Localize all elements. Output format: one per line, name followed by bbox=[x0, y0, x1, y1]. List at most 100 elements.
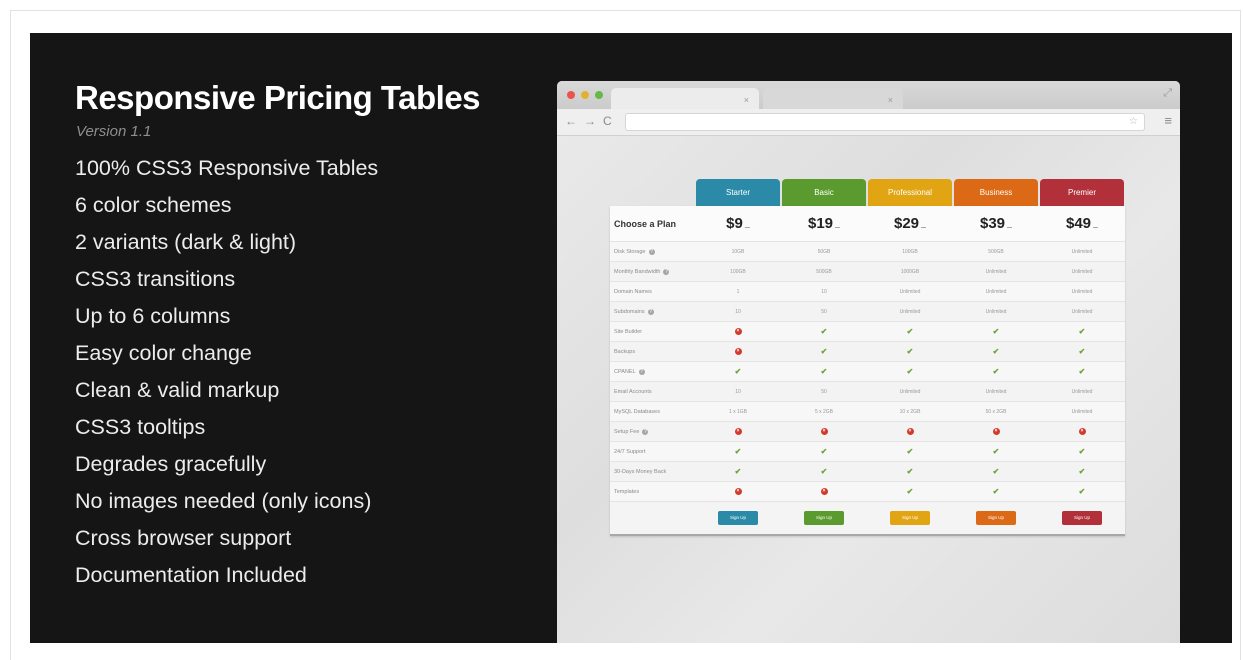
feature-label: Domain Names bbox=[614, 282, 652, 301]
cross-icon: × bbox=[696, 342, 780, 361]
signup-button[interactable]: Sign Up bbox=[1062, 511, 1102, 525]
price-value: $9 bbox=[726, 215, 743, 232]
table-row: MySQL Databases 1 x 1GB 5 x 2GB 10 x 2GB 50 … bbox=[610, 402, 1125, 422]
feature-value: 5 x 2GB bbox=[814, 408, 834, 415]
table-row: CPANEL? ✔ ✔ ✔ ✔ ✔ bbox=[610, 362, 1125, 382]
check-icon: ✔ bbox=[734, 447, 742, 456]
feature-value: 100GB bbox=[902, 248, 918, 255]
price-value: $29 bbox=[893, 215, 920, 232]
maximize-window-icon[interactable] bbox=[595, 91, 603, 99]
cross-icon: × bbox=[820, 488, 828, 495]
feature-label-text: 30-Days Money Back bbox=[614, 468, 667, 475]
minimize-window-icon[interactable] bbox=[581, 91, 589, 99]
cross-icon: × bbox=[696, 322, 780, 341]
check-icon: ✔ bbox=[992, 447, 1000, 456]
cross-icon: × bbox=[734, 428, 742, 435]
feature-item: 2 variants (dark & light) bbox=[75, 230, 297, 254]
signup-cell: Sign Up bbox=[782, 502, 866, 534]
signup-row: Sign Up Sign Up Sign Up Sign Up Sign Up bbox=[610, 502, 1125, 534]
signup-button[interactable]: Sign Up bbox=[890, 511, 930, 525]
table-row: 30-Days Money Back ✔ ✔ ✔ ✔ ✔ bbox=[610, 462, 1125, 482]
info-tooltip-icon[interactable]: ? bbox=[648, 248, 655, 255]
feature-label-text: MySQL Databases bbox=[614, 408, 660, 415]
plan-price: $49— bbox=[1040, 206, 1124, 241]
signup-button[interactable]: Sign Up bbox=[976, 511, 1016, 525]
bookmark-star-icon[interactable]: ☆ bbox=[1129, 116, 1138, 127]
check-icon: ✔ bbox=[954, 342, 1038, 361]
signup-cell: Sign Up bbox=[954, 502, 1038, 534]
feature-value: Unlimited bbox=[1071, 388, 1093, 395]
feature-item: Easy color change bbox=[75, 341, 252, 365]
cross-icon: × bbox=[734, 348, 742, 355]
cross-icon: × bbox=[954, 422, 1038, 441]
check-icon: ✔ bbox=[868, 322, 952, 341]
browser-window: × × ⤢ ← → C ☆ ≡ Starter Basic Professional… bbox=[557, 81, 1180, 643]
feature-list: 100% CSS3 Responsive Tables 6 color schem… bbox=[75, 153, 378, 597]
check-icon: ✔ bbox=[906, 347, 914, 356]
feature-label: Disk Storage? bbox=[614, 242, 655, 261]
feature-label: CPANEL? bbox=[614, 362, 645, 381]
info-tooltip-icon[interactable]: ? bbox=[647, 308, 654, 315]
check-icon: ✔ bbox=[868, 482, 952, 501]
feature-label-text: Email Accounts bbox=[614, 388, 652, 395]
check-icon: ✔ bbox=[782, 342, 866, 361]
signup-cell: Sign Up bbox=[868, 502, 952, 534]
info-tooltip-icon[interactable]: ? bbox=[638, 368, 645, 375]
browser-menu-icon[interactable]: ≡ bbox=[1164, 114, 1172, 127]
cross-icon: × bbox=[992, 428, 1000, 435]
check-icon: ✔ bbox=[1040, 322, 1124, 341]
info-tooltip-icon[interactable]: ? bbox=[642, 428, 649, 435]
feature-item: No images needed (only icons) bbox=[75, 489, 372, 513]
close-tab-icon[interactable]: × bbox=[744, 95, 749, 105]
plan-header-premier: Premier bbox=[1040, 179, 1124, 206]
price-value: $39 bbox=[979, 215, 1006, 232]
plan-header-starter: Starter bbox=[696, 179, 780, 206]
check-icon: ✔ bbox=[1040, 462, 1124, 481]
check-icon: ✔ bbox=[868, 362, 952, 381]
check-icon: ✔ bbox=[734, 367, 742, 376]
feature-value: 10 bbox=[821, 288, 827, 295]
check-icon: ✔ bbox=[1040, 362, 1124, 381]
check-icon: ✔ bbox=[906, 447, 914, 456]
feature-item: CSS3 transitions bbox=[75, 267, 236, 291]
feature-value: Unlimited bbox=[1071, 308, 1093, 315]
feature-label-text: Domain Names bbox=[614, 288, 652, 295]
signup-button[interactable]: Sign Up bbox=[718, 511, 758, 525]
price-unit: — bbox=[1007, 224, 1013, 231]
table-row: Setup Fee? × × × × × bbox=[610, 422, 1125, 442]
forward-arrow-icon[interactable]: → bbox=[584, 115, 596, 127]
plan-price: $9— bbox=[696, 206, 780, 241]
close-window-icon[interactable] bbox=[567, 91, 575, 99]
back-arrow-icon[interactable]: ← bbox=[565, 115, 577, 127]
check-icon: ✔ bbox=[1040, 342, 1124, 361]
feature-item: Cross browser support bbox=[75, 526, 292, 550]
feature-item: Documentation Included bbox=[75, 563, 307, 587]
feature-item: Degrades gracefully bbox=[75, 452, 267, 476]
check-icon: ✔ bbox=[820, 447, 828, 456]
browser-titlebar: × × ⤢ bbox=[557, 81, 1180, 109]
feature-label: Backups bbox=[614, 342, 635, 361]
plan-header-basic: Basic bbox=[782, 179, 866, 206]
feature-label-text: Monthly Bandwidth bbox=[614, 268, 661, 275]
price-value: $49 bbox=[1065, 215, 1092, 232]
signup-cell: Sign Up bbox=[696, 502, 780, 534]
fullscreen-icon[interactable]: ⤢ bbox=[1163, 87, 1172, 100]
signup-button[interactable]: Sign Up bbox=[804, 511, 844, 525]
check-icon: ✔ bbox=[1040, 442, 1124, 461]
info-tooltip-icon[interactable]: ? bbox=[663, 268, 670, 275]
feature-label: Setup Fee? bbox=[614, 422, 649, 441]
feature-label: Subdomains? bbox=[614, 302, 654, 321]
price-unit: — bbox=[921, 224, 927, 231]
browser-tab[interactable]: × bbox=[763, 88, 903, 109]
table-row: Email Accounts 10 50 Unlimited Unlimited Unli… bbox=[610, 382, 1125, 402]
browser-tab[interactable]: × bbox=[611, 88, 759, 109]
feature-label-text: Setup Fee bbox=[614, 428, 640, 435]
close-tab-icon[interactable]: × bbox=[888, 95, 893, 105]
table-row: Disk Storage? 10GB 50GB 100GB 500GB Unlimited bbox=[610, 242, 1125, 262]
feature-value: 1 bbox=[736, 288, 740, 295]
feature-value: 50 x 2GB bbox=[985, 408, 1007, 415]
check-icon: ✔ bbox=[820, 467, 828, 476]
check-icon: ✔ bbox=[1078, 327, 1086, 336]
address-bar[interactable]: ☆ bbox=[625, 113, 1145, 131]
reload-icon[interactable]: C bbox=[603, 115, 612, 127]
